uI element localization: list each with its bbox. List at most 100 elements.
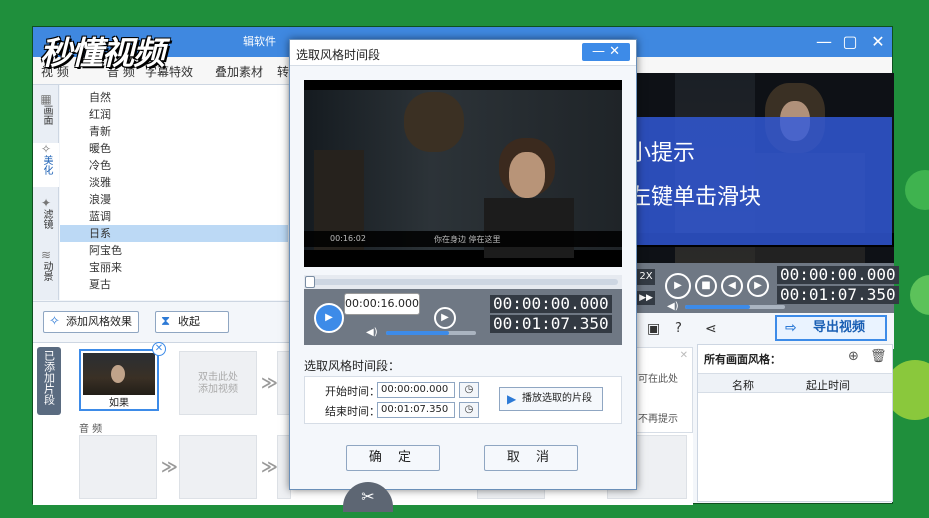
next-icon[interactable]: ▶: [747, 275, 769, 297]
applied-styles-panel: 所有画面风格： ⊕ 🗑 名称 起止时间: [697, 344, 893, 502]
remove-clip-icon[interactable]: ✕: [152, 342, 166, 356]
start-clock-icon[interactable]: ◷: [459, 382, 479, 398]
list-item[interactable]: 蓝调: [60, 208, 288, 225]
tab-beautify[interactable]: ✧ 美化: [33, 143, 59, 187]
next-frame-icon[interactable]: ▶: [434, 307, 456, 329]
dialog-video[interactable]: 00:16:02 你在身边 停在这里: [304, 80, 622, 267]
volume-icon[interactable]: ◀): [366, 327, 378, 338]
tab-motion[interactable]: ≋ 动景: [33, 249, 59, 293]
add-style-button[interactable]: ✧ 添加风格效果: [43, 311, 139, 333]
section-label: 选取风格时间段：: [304, 359, 401, 373]
fast-forward-icon[interactable]: ▶▶: [637, 291, 655, 305]
export-icon: ⇨: [785, 320, 797, 336]
tab-label: 画面: [41, 105, 52, 125]
col-time: 起止时间: [806, 379, 850, 392]
list-item[interactable]: 阿宝色: [60, 242, 288, 259]
time-slider[interactable]: [304, 275, 622, 289]
clip-item[interactable]: 如果 ✕: [79, 342, 166, 411]
close-button[interactable]: ✕: [867, 31, 889, 53]
empty-slot-label: 双击此处 添加视频: [198, 372, 238, 395]
start-time-label: 开始时间：: [325, 385, 380, 398]
preview-controls: 2X ▶▶ ▶ ■ ◀ ▶ ◀) 00:00:00.000 00:01:07.3…: [633, 263, 899, 313]
scene-face: [509, 152, 545, 198]
trash-icon[interactable]: 🗑: [870, 349, 887, 364]
magic-wand-icon: ✧: [49, 314, 60, 329]
list-item[interactable]: 自然: [60, 89, 288, 106]
prev-icon[interactable]: ◀: [721, 275, 743, 297]
col-name: 名称: [732, 379, 754, 392]
add-circle-icon[interactable]: ⊕: [848, 349, 859, 364]
cancel-button[interactable]: 取 消: [484, 445, 578, 471]
list-item-selected[interactable]: 日系: [60, 225, 288, 242]
tab-frame[interactable]: ▦ 画面: [33, 93, 59, 133]
motion-icon: ≋: [40, 248, 52, 262]
scene-figure: [484, 198, 574, 258]
dialog-window-buttons[interactable]: — ✕: [582, 43, 630, 61]
close-hint-icon[interactable]: ✕: [680, 350, 688, 361]
dialog-player-controls: 00:00:16.000 ▶ ▶ ◀) 00:00:00.000 00:01:0…: [304, 289, 622, 345]
list-item[interactable]: 夏古: [60, 276, 288, 293]
tab-label: 美化: [41, 155, 52, 175]
scene-figure: [404, 92, 464, 152]
play-icon: ▶: [507, 392, 517, 406]
speed-label[interactable]: 2X: [637, 269, 655, 285]
play-icon[interactable]: ▶: [314, 303, 344, 333]
empty-video-slot[interactable]: 双击此处 添加视频: [179, 351, 257, 415]
volume-slider[interactable]: [685, 305, 785, 309]
ok-button[interactable]: 确 定: [346, 445, 440, 471]
arrow-icon: ≫: [161, 457, 178, 476]
bg-circle: [905, 170, 929, 210]
volume-fill: [685, 305, 750, 309]
save-icon[interactable]: ▣: [647, 321, 660, 337]
menu-overlay[interactable]: 叠加素材: [215, 63, 263, 80]
maximize-button[interactable]: ▢: [839, 31, 861, 53]
list-item[interactable]: 暖色: [60, 140, 288, 157]
list-item[interactable]: 淡雅: [60, 174, 288, 191]
slider-handle[interactable]: [305, 276, 315, 288]
style-list: 自然 红润 青新 暖色 冷色 淡雅 浪漫 蓝调 日系 阿宝色 宝丽来 夏古: [60, 85, 288, 300]
bg-circle: [910, 275, 929, 315]
tip-overlay: 小提示 左键单击滑块: [599, 117, 892, 245]
embedded-caption: 你在身边 停在这里: [434, 235, 501, 244]
help-icon[interactable]: ?: [675, 321, 682, 336]
magic-wand-icon: ✧: [40, 142, 52, 156]
dont-show-again-link[interactable]: 不再提示: [638, 410, 678, 425]
style-toolbar: ✧ 添加风格效果 ⧗ 收起: [33, 301, 289, 341]
list-item[interactable]: 浪漫: [60, 191, 288, 208]
end-clock-icon[interactable]: ◷: [459, 402, 479, 418]
volume-slider[interactable]: [386, 331, 476, 335]
list-item[interactable]: 青新: [60, 123, 288, 140]
tab-filter[interactable]: ✦ 滤镜: [33, 197, 59, 241]
export-video-button[interactable]: ⇨ 导出视频: [775, 315, 887, 341]
hint-text: 可在此处: [638, 374, 678, 385]
menu-transition[interactable]: 转: [277, 63, 289, 80]
arrow-icon: ≫: [261, 373, 278, 392]
tab-label: 动景: [41, 261, 52, 281]
tip-title: 小提示: [629, 141, 696, 166]
embedded-time: 00:16:02: [330, 234, 366, 243]
list-item[interactable]: 红润: [60, 106, 288, 123]
list-item[interactable]: 冷色: [60, 157, 288, 174]
current-time: 00:00:00.000: [490, 295, 612, 313]
tab-label: 滤镜: [41, 209, 52, 229]
start-time-input[interactable]: 00:00:00.000: [377, 382, 455, 398]
play-selection-label: 播放选取的片段: [522, 393, 592, 404]
minimize-button[interactable]: —: [813, 31, 835, 53]
app-title: 辑软件: [243, 35, 276, 48]
end-time-input[interactable]: 00:01:07.350: [377, 402, 455, 418]
audio-slot[interactable]: [79, 435, 157, 499]
export-label: 导出视频: [813, 320, 866, 335]
list-item[interactable]: 宝丽来: [60, 259, 288, 276]
play-selection-button[interactable]: ▶ 播放选取的片段: [499, 387, 603, 411]
panel-title: 所有画面风格：: [704, 353, 781, 366]
play-icon[interactable]: ▶: [665, 273, 691, 299]
select-time-dialog: 选取风格时间段 — ✕ 00:16:02 你在身边 停在这里 00:00:16.…: [289, 39, 637, 490]
audio-slot[interactable]: [179, 435, 257, 499]
table-header: 名称 起止时间: [698, 373, 892, 393]
hint-popup: 可在此处 不再提示 ✕: [633, 347, 693, 433]
share-icon[interactable]: ⋖: [705, 321, 717, 337]
stop-icon[interactable]: ■: [695, 275, 717, 297]
added-clips-tab[interactable]: 已添加片段: [37, 347, 61, 415]
volume-icon[interactable]: ◀): [667, 301, 679, 312]
collapse-button[interactable]: ⧗ 收起: [155, 311, 229, 333]
